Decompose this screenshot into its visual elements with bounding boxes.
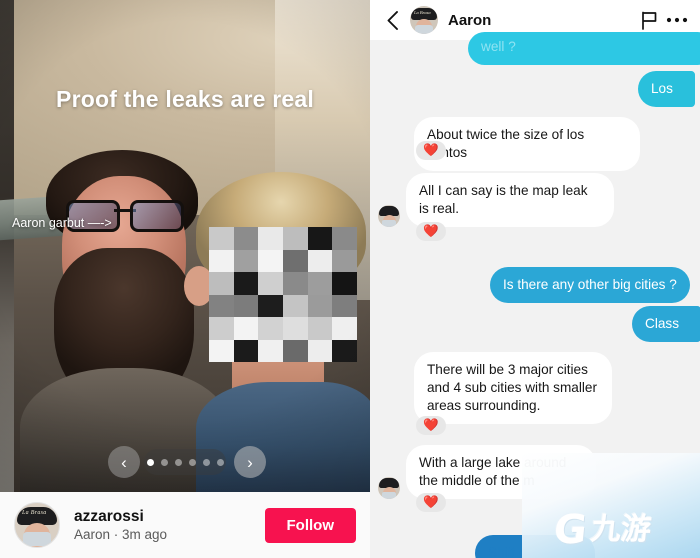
screenshot-root: Proof the leaks are real Aaron garbut —-…: [0, 0, 700, 558]
post-footer: La Brasa azzarossi Aaron · 3m ago Follow: [0, 492, 370, 558]
message-bubble-outgoing[interactable]: well ?: [468, 32, 700, 66]
watermark-logo: G 九游: [551, 507, 653, 553]
carousel-dot[interactable]: [174, 458, 182, 466]
message-reaction[interactable]: ❤️: [416, 141, 446, 160]
message-bubble-outgoing[interactable]: Los: [638, 71, 695, 108]
post-username[interactable]: azzarossi: [74, 508, 265, 526]
post-subtitle: Aaron · 3m ago: [74, 527, 168, 543]
avatar[interactable]: La Brasa: [14, 502, 60, 548]
post-author-meta: azzarossi Aaron · 3m ago: [74, 508, 265, 543]
message-bubble-outgoing[interactable]: Class: [632, 306, 700, 343]
watermark-g-icon: G: [551, 507, 590, 553]
message-row[interactable]: All I can say is the map leak is real.: [378, 173, 614, 228]
message-row[interactable]: Class: [632, 306, 700, 343]
message-avatar[interactable]: [378, 205, 400, 228]
carousel-dot[interactable]: [188, 458, 196, 466]
watermark-overlay: G 九游: [522, 453, 700, 558]
message-avatar[interactable]: [378, 477, 400, 500]
post-photo[interactable]: Proof the leaks are real Aaron garbut —-…: [0, 0, 370, 492]
heart-icon: ❤️: [423, 143, 439, 157]
carousel-prev-button[interactable]: ‹: [108, 446, 140, 478]
message-row[interactable]: About twice the size of los santos: [414, 117, 640, 172]
message-reaction[interactable]: ❤️: [416, 416, 446, 435]
heart-icon: ❤️: [423, 495, 439, 509]
conversation-title[interactable]: Aaron: [448, 12, 632, 29]
message-row[interactable]: well ?: [468, 32, 700, 66]
photo-annotation-label: Aaron garbut —->: [12, 216, 112, 230]
message-bubble-incoming[interactable]: About twice the size of los santos: [414, 117, 640, 172]
more-options-icon[interactable]: [666, 9, 688, 31]
conversation-avatar[interactable]: La Brasa: [410, 6, 438, 34]
flag-icon[interactable]: [638, 9, 660, 31]
photo-caption-overlay: Proof the leaks are real: [56, 86, 314, 112]
watermark-text: 九游: [589, 512, 653, 547]
heart-icon: ❤️: [423, 224, 439, 238]
photo-vignette: [0, 0, 370, 492]
chevron-left-icon: ‹: [121, 452, 127, 472]
carousel-dot[interactable]: [146, 458, 154, 466]
chevron-left-icon[interactable]: [382, 10, 402, 30]
message-row[interactable]: Is there any other big cities ?: [490, 267, 690, 304]
heart-icon: ❤️: [423, 418, 439, 432]
message-bubble-outgoing[interactable]: Is there any other big cities ?: [490, 267, 690, 304]
message-row[interactable]: There will be 3 major cities and 4 sub c…: [414, 352, 612, 425]
social-post-panel: Proof the leaks are real Aaron garbut —-…: [0, 0, 370, 558]
message-row[interactable]: Los: [638, 71, 695, 108]
carousel-next-button[interactable]: ›: [234, 446, 266, 478]
direct-message-panel: La Brasa Aaron well ? Los About twice th…: [370, 0, 700, 558]
message-reaction[interactable]: ❤️: [416, 493, 446, 512]
carousel-dot[interactable]: [202, 458, 210, 466]
chevron-right-icon: ›: [247, 452, 253, 472]
message-reaction[interactable]: ❤️: [416, 222, 446, 241]
message-bubble-incoming[interactable]: There will be 3 major cities and 4 sub c…: [414, 352, 612, 425]
carousel-dot[interactable]: [160, 458, 168, 466]
carousel-dots[interactable]: [144, 449, 226, 475]
carousel-dot[interactable]: [216, 458, 224, 466]
message-bubble-incoming[interactable]: All I can say is the map leak is real.: [406, 173, 614, 228]
follow-button[interactable]: Follow: [264, 507, 356, 543]
